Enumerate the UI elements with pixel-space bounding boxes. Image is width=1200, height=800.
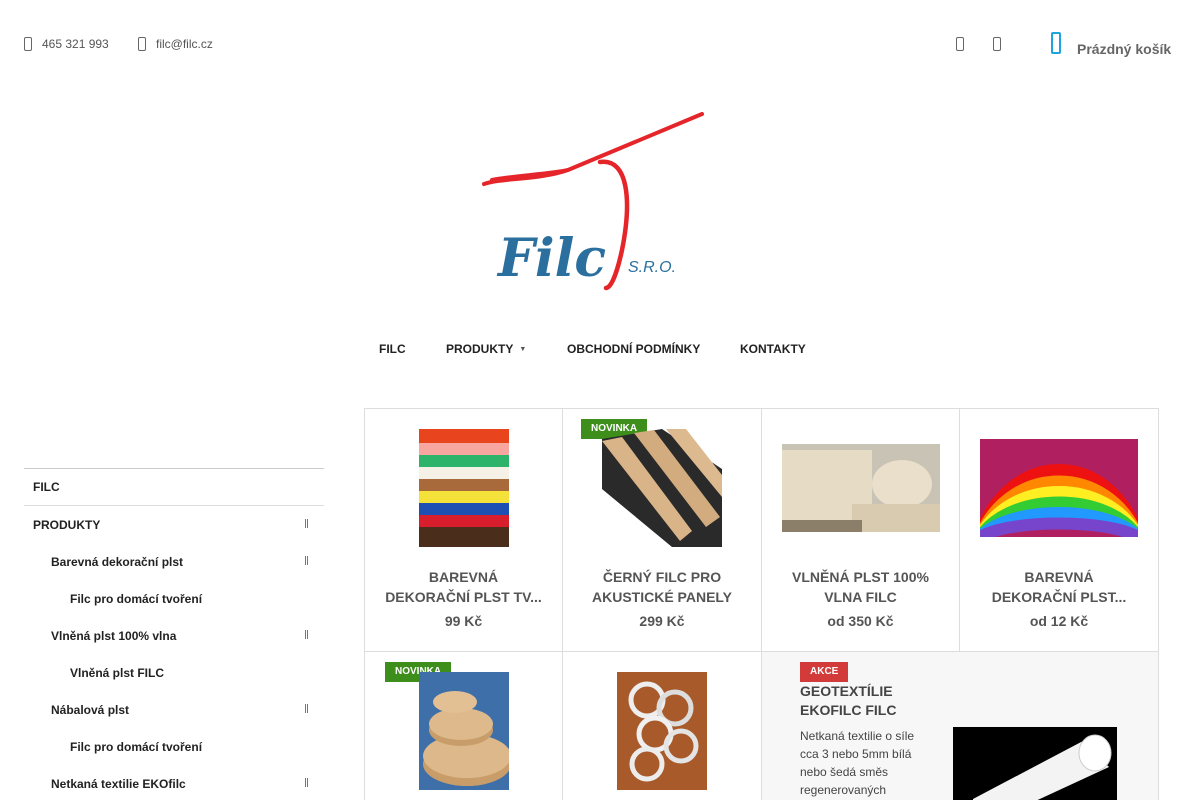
sidebar-item-filc-pro-domaci-tvoreni[interactable]: Filc pro domácí tvoření [24,580,324,617]
geotextile-roll-image [953,727,1117,800]
sidebar-item-label: Barevná dekorační plst [51,554,184,569]
felt-stack-image [419,429,509,547]
product-image[interactable] [419,672,509,790]
product-name-line1: BAREVNÁ [428,569,499,585]
product-image[interactable] [419,429,509,547]
top-bar: 465 321 993 filc@filc.cz Prázdný košík [0,0,1200,90]
sidebar-item-label: PRODUKTY [33,517,101,532]
sidebar-item-vlnena-plst-filc[interactable]: Vlněná plst FILC [24,654,324,691]
expand-toggle-icon[interactable] [305,556,308,565]
phone-contact[interactable]: 465 321 993 [24,37,109,51]
product-image[interactable] [617,672,707,790]
sidebar-item-filc-pro-domaci-tvoreni-2[interactable]: Filc pro domácí tvoření [24,728,324,765]
logo-graphic: Filc S.R.O. [482,112,704,291]
product-image[interactable] [782,444,940,532]
logo-suffix: S.R.O. [628,259,676,276]
sidebar-item-label: Netkaná textilie EKOfilc [51,776,186,791]
phone-number: 465 321 993 [42,37,109,51]
featured-product-title[interactable]: GEOTEXTÍLIE EKOFILC FILC [800,682,896,720]
sidebar-item-filc[interactable]: FILC [24,469,324,506]
email-address: filc@filc.cz [156,37,213,51]
product-name[interactable]: ČERNÝ FILC PRO AKUSTICKÉ PANELY [573,567,751,607]
product-image[interactable] [602,429,722,547]
sidebar-item-barevna-dekoracni-plst[interactable]: Barevná dekorační plst [24,543,324,580]
expand-toggle-icon[interactable] [305,519,308,528]
sidebar-item-label: Nábalová plst [51,702,130,717]
product-name-line1: ČERNÝ FILC PRO [602,569,722,585]
product-card[interactable]: NOVINKA ČERNÝ FILC PRO AKUSTICKÉ PANELY … [563,409,762,652]
product-card[interactable]: VLNĚNÁ PLST 100% VLNA FILC od 350 Kč [762,409,960,652]
product-name-line2: DEKORAČNÍ PLST... [991,589,1127,605]
featured-title-line1: GEOTEXTÍLIE [800,683,893,699]
product-name-line2: DEKORAČNÍ PLST TV... [385,589,542,605]
expand-toggle-icon[interactable] [305,630,308,639]
product-price: od 350 Kč [827,613,894,629]
product-name-line1: BAREVNÁ [1024,569,1094,585]
sidebar-item-nabalova-plst[interactable]: Nábalová plst [24,691,324,728]
product-card[interactable]: NOVINKA [365,652,563,800]
sidebar-item-label: Vlněná plst 100% vlna [51,628,177,643]
sidebar-item-netkana-textilie[interactable]: Netkaná textilie EKOfilc [24,765,324,800]
felt-rings-image [617,672,707,790]
nav-produkty-label: PRODUKTY [446,342,514,356]
product-name-line1: VLNĚNÁ PLST 100% [792,569,929,585]
expand-toggle-icon[interactable] [305,704,308,713]
product-name[interactable]: BAREVNÁ DEKORAČNÍ PLST TV... [375,567,552,607]
product-card[interactable] [563,652,762,800]
search-icon[interactable] [956,37,964,51]
nav-filc[interactable]: FILC [379,342,406,356]
product-card[interactable]: BAREVNÁ DEKORAČNÍ PLST TV... 99 Kč [365,409,563,652]
product-name-line2: AKUSTICKÉ PANELY [591,589,733,605]
product-price: 299 Kč [639,613,685,629]
badge-sale: AKCE [800,662,849,682]
category-sidebar: FILC PRODUKTY Barevná dekorační plst Fil… [24,468,324,800]
main-nav: FILC PRODUKTY ▼ OBCHODNÍ PODMÍNKY KONTAKT… [0,342,1200,358]
product-price: od 12 Kč [1029,613,1089,629]
featured-product-card[interactable]: AKCE GEOTEXTÍLIE EKOFILC FILC Netkaná te… [762,652,1159,800]
rainbow-felt-image [980,439,1138,537]
chevron-down-icon: ▼ [519,346,527,354]
mail-icon [138,37,146,51]
user-icon[interactable] [993,37,1001,51]
featured-product-image[interactable] [953,727,1117,800]
sidebar-item-label: FILC [33,480,60,494]
acoustic-panel-image [602,429,722,547]
product-name[interactable]: BAREVNÁ DEKORAČNÍ PLST... [970,567,1148,607]
featured-title-line2: EKOFILC FILC [800,702,897,718]
expand-toggle-icon[interactable] [305,778,308,787]
product-name[interactable]: VLNĚNÁ PLST 100% VLNA FILC [772,567,949,607]
cart-label[interactable]: Prázdný košík [1077,41,1171,57]
product-image[interactable] [980,439,1138,537]
cart-icon[interactable] [1051,32,1061,54]
phone-icon [24,37,32,51]
sidebar-item-vlnena-plst-100[interactable]: Vlněná plst 100% vlna [24,617,324,654]
nav-kontakty[interactable]: KONTAKTY [740,342,806,356]
product-card[interactable]: BAREVNÁ DEKORAČNÍ PLST... od 12 Kč [960,409,1159,652]
email-contact[interactable]: filc@filc.cz [138,37,213,51]
sidebar-item-produkty[interactable]: PRODUKTY [24,506,324,543]
site-logo[interactable]: Filc S.R.O. [470,100,710,300]
sidebar-item-label: Filc pro domácí tvoření [70,591,203,606]
product-grid: BAREVNÁ DEKORAČNÍ PLST TV... 99 Kč NOVIN… [364,408,1159,800]
felt-discs-image [419,672,509,790]
sidebar-item-label: Vlněná plst FILC [70,665,165,680]
logo-text: Filc [496,228,606,289]
product-price: 99 Kč [444,613,483,629]
nav-obchodni-podminky[interactable]: OBCHODNÍ PODMÍNKY [567,342,700,356]
product-name-line2: VLNA FILC [824,589,897,605]
featured-product-description: Netkaná textilie o síle cca 3 nebo 5mm b… [800,729,915,797]
nav-produkty[interactable]: PRODUKTY ▼ [446,342,526,356]
wool-felt-image [782,444,940,532]
sidebar-item-label: Filc pro domácí tvoření [70,739,203,754]
